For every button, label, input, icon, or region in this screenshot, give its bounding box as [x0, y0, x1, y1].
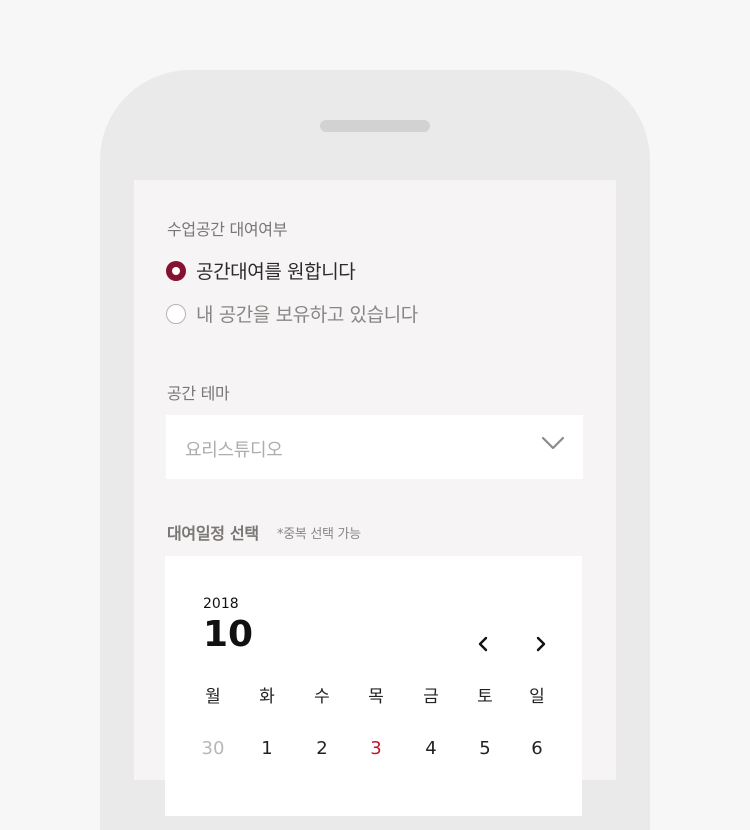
radio-option-label: 내 공간을 보유하고 있습니다	[196, 304, 418, 326]
schedule-multi-select-note: *중복 선택 가능	[277, 527, 361, 542]
weekday-sun: 일	[529, 687, 545, 707]
weekday-fri: 금	[423, 687, 439, 707]
radio-option-rent-space[interactable]: 공간대여를 원합니다	[166, 257, 356, 284]
chevron-right-icon[interactable]	[530, 634, 550, 654]
phone-screen: 수업공간 대여여부 공간대여를 원합니다 내 공간을 보유하고 있습니다 공간 …	[134, 180, 616, 816]
calendar-day[interactable]: 30	[193, 738, 233, 759]
calendar: 2018 10 월 화 수 목 금 토 일 30 1 2 3 4 5 6	[165, 556, 582, 816]
calendar-day[interactable]: 5	[465, 738, 505, 759]
weekday-thu: 목	[368, 687, 384, 707]
calendar-day-holiday[interactable]: 3	[356, 738, 396, 759]
theme-select[interactable]: 요리스튜디오	[166, 415, 583, 479]
calendar-day[interactable]: 1	[247, 738, 287, 759]
calendar-day[interactable]: 6	[517, 738, 557, 759]
radio-unselected-icon[interactable]	[166, 303, 186, 324]
calendar-month: 10	[203, 614, 254, 655]
phone-speaker	[320, 120, 430, 132]
calendar-day[interactable]: 2	[302, 738, 342, 759]
weekday-tue: 화	[259, 687, 275, 707]
weekday-wed: 수	[314, 687, 330, 707]
rental-section-label: 수업공간 대여여부	[167, 220, 288, 239]
next-month-button[interactable]	[530, 634, 550, 654]
weekday-mon: 월	[205, 687, 221, 707]
chevron-left-icon[interactable]	[474, 634, 494, 654]
schedule-section-title: 대여일정 선택	[167, 524, 259, 543]
theme-select-value: 요리스튜디오	[185, 440, 283, 461]
radio-option-own-space[interactable]: 내 공간을 보유하고 있습니다	[166, 300, 418, 327]
theme-section-label: 공간 테마	[167, 384, 230, 403]
calendar-day[interactable]: 4	[411, 738, 451, 759]
chevron-down-icon[interactable]	[541, 435, 565, 451]
calendar-year: 2018	[203, 596, 239, 612]
radio-option-label: 공간대여를 원합니다	[196, 261, 356, 283]
weekday-sat: 토	[477, 687, 493, 707]
prev-month-button[interactable]	[474, 634, 494, 654]
radio-selected-icon[interactable]	[166, 260, 186, 281]
